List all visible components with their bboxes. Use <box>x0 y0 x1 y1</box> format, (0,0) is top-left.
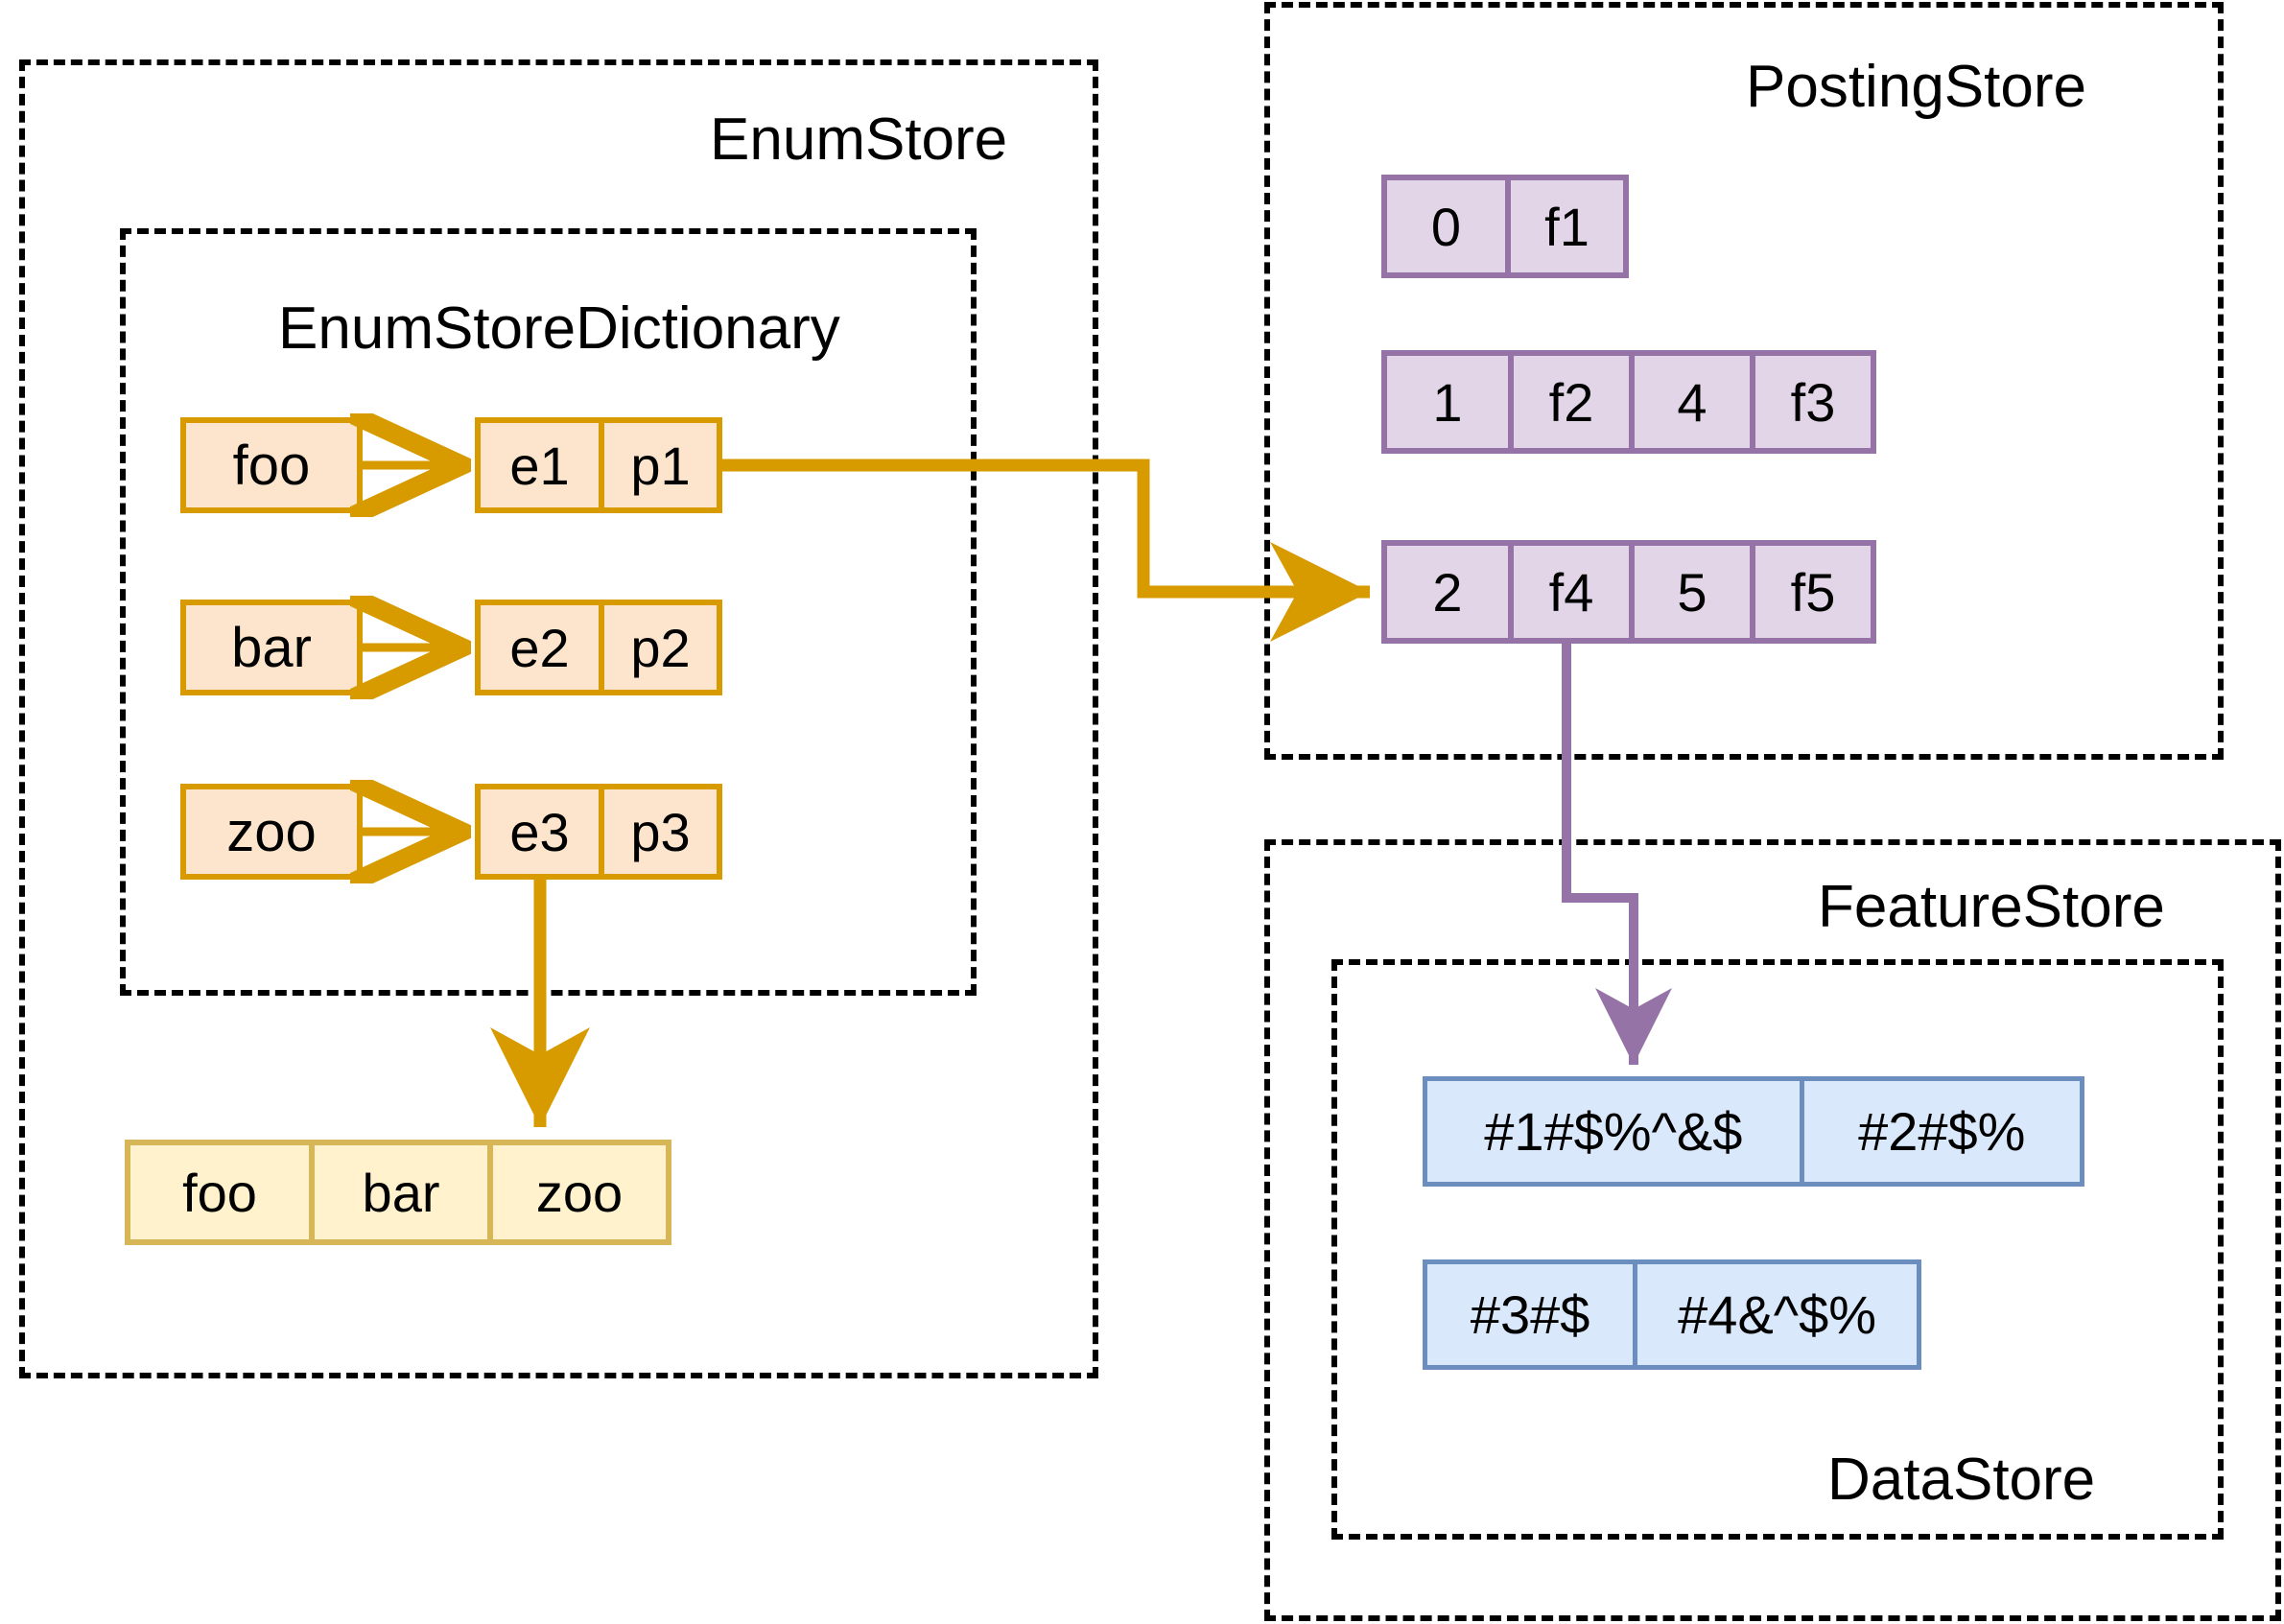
posting-cell: f5 <box>1750 546 1871 638</box>
enum-entry-row-2[interactable]: e2 p2 <box>475 600 722 695</box>
data-cell: #4&^$% <box>1633 1264 1917 1365</box>
enum-entry-posting-cell: p2 <box>599 605 717 690</box>
enum-entry-row-1[interactable]: e1 p1 <box>475 417 722 513</box>
enum-key-box-zoo[interactable]: zoo <box>180 784 363 880</box>
data-store-row-2[interactable]: #3#$ #4&^$% <box>1423 1259 1921 1370</box>
posting-cell: 0 <box>1387 180 1505 272</box>
enum-key-label: zoo <box>226 800 317 863</box>
posting-store-row-2[interactable]: 1 f2 4 f3 <box>1381 350 1876 454</box>
enum-value-cell: foo <box>130 1145 310 1239</box>
container-data-store-label: DataStore <box>1827 1447 2096 1513</box>
enum-entry-posting-cell: p3 <box>599 789 717 874</box>
enum-values-row[interactable]: foo bar zoo <box>125 1140 671 1245</box>
container-enum-store-dictionary-label: EnumStoreDictionary <box>278 295 840 362</box>
container-posting-store-label: PostingStore <box>1746 54 2086 120</box>
data-store-row-1[interactable]: #1#$%^&$ #2#$% <box>1423 1076 2084 1187</box>
enum-value-cell: zoo <box>487 1145 666 1239</box>
enum-entry-enum-cell: e1 <box>481 423 599 507</box>
data-cell: #1#$%^&$ <box>1427 1081 1800 1182</box>
container-enum-store-label: EnumStore <box>710 106 1008 173</box>
posting-store-row-3[interactable]: 2 f4 5 f5 <box>1381 540 1876 644</box>
enum-key-box-bar[interactable]: bar <box>180 600 363 695</box>
container-feature-store-label: FeatureStore <box>1818 874 2165 940</box>
enum-key-label: bar <box>231 616 312 679</box>
diagram-canvas: EnumStore EnumStoreDictionary foo bar zo… <box>0 0 2284 1624</box>
enum-key-box-foo[interactable]: foo <box>180 417 363 513</box>
posting-cell: f2 <box>1508 356 1629 448</box>
enum-entry-row-3[interactable]: e3 p3 <box>475 784 722 880</box>
enum-entry-enum-cell: e2 <box>481 605 599 690</box>
posting-cell: 4 <box>1629 356 1750 448</box>
posting-cell: f3 <box>1750 356 1871 448</box>
posting-cell: 2 <box>1387 546 1508 638</box>
posting-cell: 1 <box>1387 356 1508 448</box>
enum-entry-enum-cell: e3 <box>481 789 599 874</box>
enum-key-label: foo <box>232 434 311 497</box>
posting-cell: f1 <box>1505 180 1623 272</box>
enum-entry-posting-cell: p1 <box>599 423 717 507</box>
posting-cell: 5 <box>1629 546 1750 638</box>
posting-cell: f4 <box>1508 546 1629 638</box>
enum-value-cell: bar <box>309 1145 487 1239</box>
data-cell: #2#$% <box>1799 1081 2080 1182</box>
posting-store-row-1[interactable]: 0 f1 <box>1381 175 1629 278</box>
data-cell: #3#$ <box>1427 1264 1634 1365</box>
